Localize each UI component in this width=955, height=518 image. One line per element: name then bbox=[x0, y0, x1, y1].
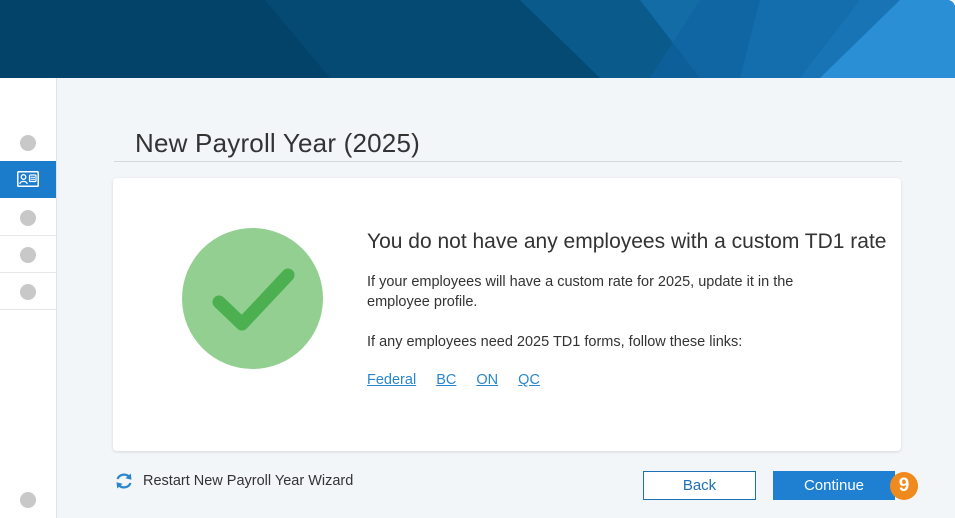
continue-button[interactable]: Continue bbox=[773, 471, 895, 500]
link-bc[interactable]: BC bbox=[436, 372, 456, 388]
success-badge bbox=[182, 228, 323, 369]
step-dot bbox=[20, 284, 36, 300]
back-button[interactable]: Back bbox=[643, 471, 756, 500]
restart-wizard-link[interactable]: Restart New Payroll Year Wizard bbox=[114, 470, 353, 492]
step-dot bbox=[20, 210, 36, 226]
step-dot bbox=[20, 492, 36, 508]
link-qc[interactable]: QC bbox=[518, 372, 540, 388]
link-on[interactable]: ON bbox=[476, 372, 498, 388]
restart-wizard-label: Restart New Payroll Year Wizard bbox=[143, 473, 354, 489]
header-banner bbox=[0, 0, 955, 78]
step-5[interactable] bbox=[0, 273, 56, 310]
step-4[interactable] bbox=[0, 236, 56, 273]
step-dot bbox=[20, 247, 36, 263]
wizard-step-rail bbox=[0, 78, 57, 518]
step-1[interactable] bbox=[0, 124, 56, 161]
step-2-active[interactable] bbox=[0, 161, 56, 198]
td1-forms-info: If any employees need 2025 TD1 forms, fo… bbox=[367, 334, 743, 350]
card-heading: You do not have any employees with a cus… bbox=[367, 230, 887, 253]
step-3[interactable] bbox=[0, 199, 56, 236]
step-dot bbox=[20, 135, 36, 151]
refresh-icon bbox=[116, 473, 132, 489]
td1-links: Federal BC ON QC bbox=[367, 372, 556, 388]
link-federal[interactable]: Federal bbox=[367, 372, 416, 388]
step-number-badge: 9 bbox=[890, 472, 918, 500]
custom-rate-info: If your employees will have a custom rat… bbox=[367, 274, 794, 310]
banner-decoration bbox=[265, 0, 955, 78]
title-divider bbox=[114, 161, 902, 162]
checkmark-icon bbox=[212, 268, 295, 331]
step-final[interactable] bbox=[0, 481, 56, 518]
page-title: New Payroll Year (2025) bbox=[135, 128, 420, 158]
result-card: You do not have any employees with a cus… bbox=[113, 178, 901, 451]
employee-card-icon bbox=[17, 171, 39, 187]
